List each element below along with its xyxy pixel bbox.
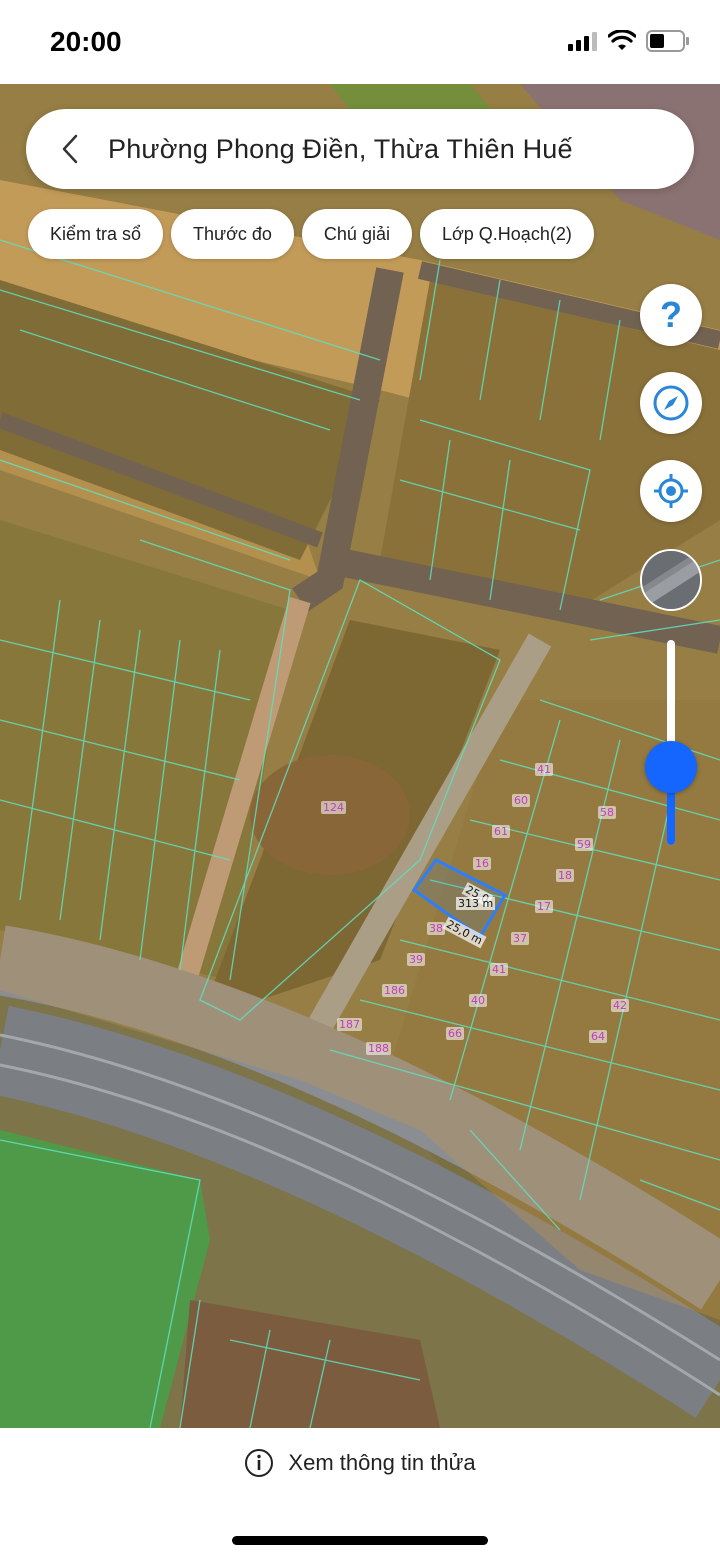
parcel-label[interactable]: 41 [535,763,553,776]
check-title-chip[interactable]: Kiểm tra sổ [28,209,164,259]
satellite-map[interactable] [0,84,720,1428]
parcel-label[interactable]: 124 [321,801,346,814]
zoom-slider-handle[interactable] [645,741,697,794]
parcel-label[interactable]: 58 [598,806,616,819]
back-button[interactable] [40,109,100,189]
signal-icon [568,32,597,51]
status-time: 20:00 [50,26,122,57]
parcel-label[interactable]: 60 [512,794,530,807]
home-indicator[interactable] [232,1536,488,1545]
parcel-label[interactable]: 16 [473,857,491,870]
map-layer-toggle[interactable] [640,549,702,611]
my-location-button[interactable] [640,460,702,522]
parcel-label[interactable]: 42 [611,999,629,1012]
location-header[interactable]: Phường Phong Điền, Thừa Thiên Huế [26,109,694,189]
parcel-label[interactable]: 18 [556,869,574,882]
header-title: Phường Phong Điền, Thừa Thiên Huế [108,133,573,164]
parcel-label[interactable]: 61 [492,825,510,838]
wifi-icon [608,30,636,50]
planning-layer-chip[interactable]: Lớp Q.Hoạch(2) [419,209,594,259]
parcel-label[interactable]: 188 [366,1042,391,1055]
locate-icon [654,474,688,508]
status-bar: 20:00 [0,0,720,84]
svg-text:?: ? [660,297,682,333]
compass-icon [653,385,689,421]
help-button[interactable]: ? [640,284,702,346]
parcel-label[interactable]: 37 [511,932,529,945]
chevron-left-icon [62,134,78,164]
compass-button[interactable] [640,372,702,434]
status-icons [568,30,690,52]
parcel-area-label: 313 m [456,897,496,910]
parcel-label[interactable]: 40 [469,994,487,1007]
parcel-label[interactable]: 17 [535,900,553,913]
parcel-info-label: Xem thông tin thửa [288,1450,476,1475]
parcel-info-button[interactable]: Xem thông tin thửa [0,1448,720,1478]
question-icon: ? [660,297,682,333]
battery-icon [646,30,689,52]
tool-chips: Kiểm tra sổ Thước đo Chú giải Lớp Q.Hoạc… [28,209,594,259]
parcel-label[interactable]: 187 [337,1018,362,1031]
info-icon [245,1449,274,1477]
parcel-label[interactable]: 186 [382,984,407,997]
parcel-label[interactable]: 59 [575,838,593,851]
bottom-bar: Xem thông tin thửa [0,1428,720,1558]
parcel-label[interactable]: 64 [589,1030,607,1043]
measure-chip[interactable]: Thước đo [171,209,294,259]
parcel-label[interactable]: 66 [446,1027,464,1040]
map-view[interactable]: 124 41 60 58 61 59 16 18 17 38 37 39 41 … [0,84,720,1428]
parcel-label[interactable]: 41 [490,963,508,976]
legend-chip[interactable]: Chú giải [301,209,412,259]
parcel-label[interactable]: 39 [407,953,425,966]
